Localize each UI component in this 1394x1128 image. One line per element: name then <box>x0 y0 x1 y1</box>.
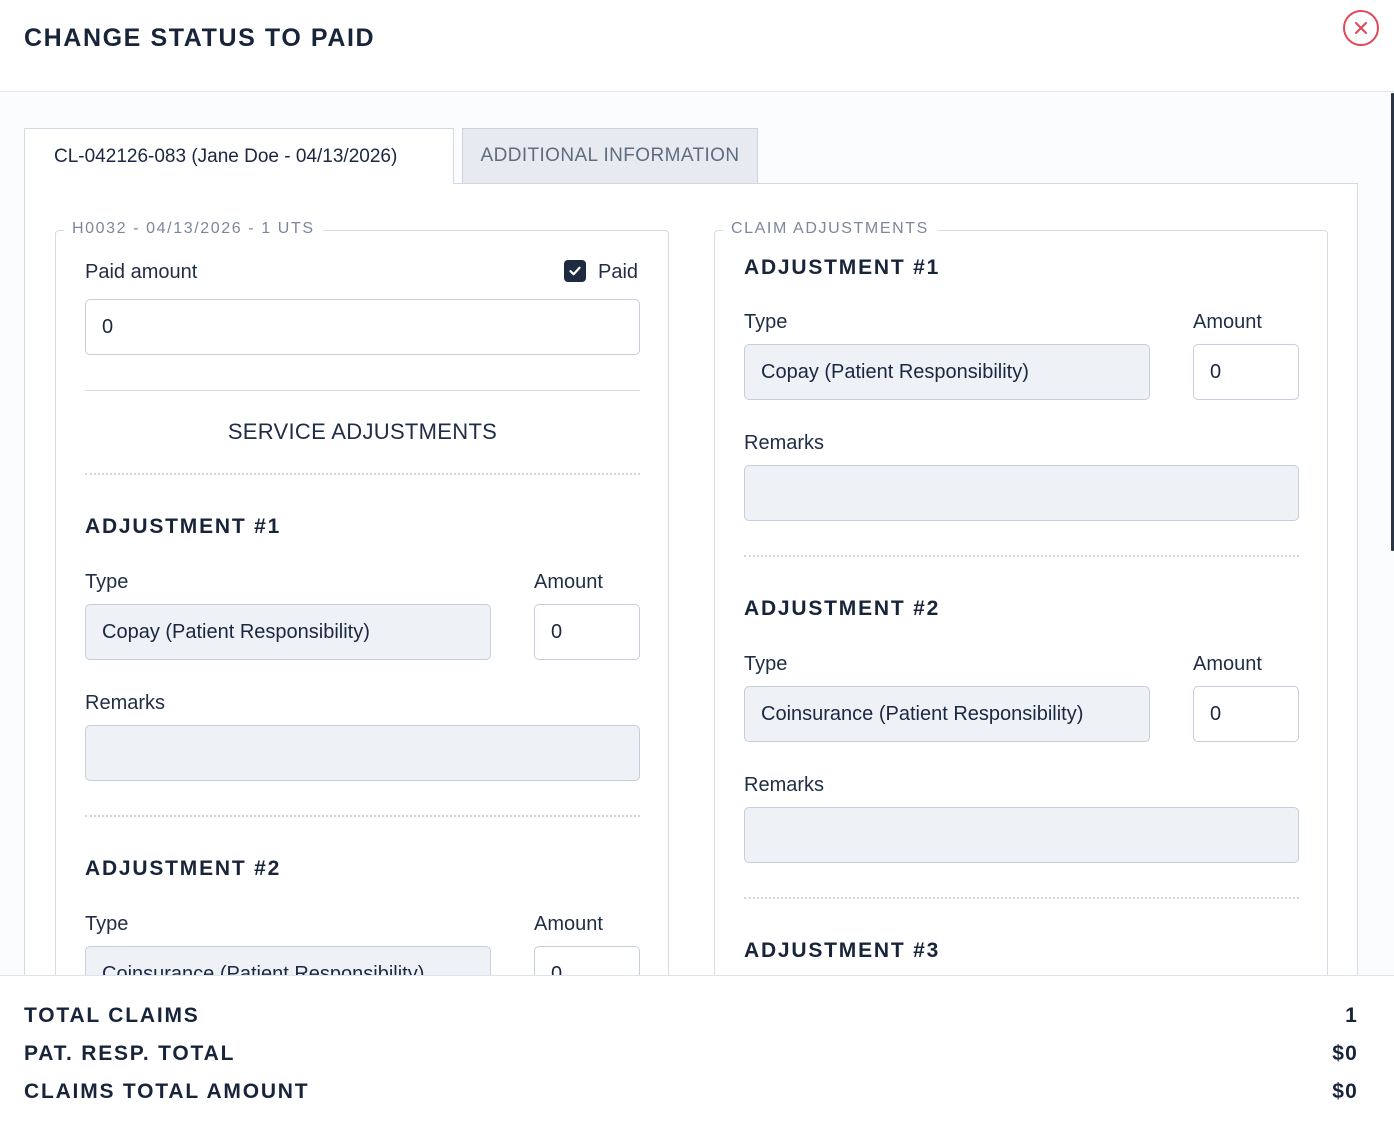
divider <box>744 897 1299 899</box>
service-adjustment-1-type-label: Type <box>85 571 129 593</box>
claims-total-amount-label: CLAIMS TOTAL AMOUNT <box>24 1080 310 1103</box>
service-adjustment-2-type-select[interactable]: Coinsurance (Patient Responsibility) <box>85 946 491 975</box>
claim-adjustments-fieldset: CLAIM ADJUSTMENTS ADJUSTMENT #1 Type Amo… <box>714 220 1328 975</box>
paid-amount-label: Paid amount <box>85 261 198 283</box>
paid-checkbox-label: Paid <box>598 261 639 283</box>
check-icon <box>569 266 581 276</box>
claims-total-amount-value: $0 <box>1332 1080 1358 1103</box>
dialog-body: CL-042126-083 (Jane Doe - 04/13/2026) AD… <box>0 93 1394 975</box>
close-icon <box>1355 22 1367 34</box>
service-adjustment-2-type-label: Type <box>85 913 129 935</box>
divider <box>85 815 640 817</box>
patient-responsibility-total-label: PAT. RESP. TOTAL <box>24 1042 236 1065</box>
dialog-header: CHANGE STATUS TO PAID <box>0 0 1394 92</box>
service-adjustment-1-remarks-input[interactable] <box>85 725 640 781</box>
claim-adjustments-legend: CLAIM ADJUSTMENTS <box>723 220 937 238</box>
claim-adjustment-1-amount-label: Amount <box>1193 311 1262 333</box>
claim-adjustment-1-type-label: Type <box>744 311 788 333</box>
claim-adjustment-2-type-label: Type <box>744 653 788 675</box>
claim-adjustment-3-title: ADJUSTMENT #3 <box>744 939 941 962</box>
service-adjustment-1-title: ADJUSTMENT #1 <box>85 515 282 538</box>
service-adjustments-heading: SERVICE ADJUSTMENTS <box>227 419 498 444</box>
total-claims-value: 1 <box>1345 1004 1358 1027</box>
claim-adjustment-1-type-select[interactable]: Copay (Patient Responsibility) <box>744 344 1150 400</box>
service-adjustment-2-title: ADJUSTMENT #2 <box>85 857 282 880</box>
paid-checkbox[interactable] <box>564 260 586 282</box>
claim-adjustment-2-amount-input[interactable]: 0 <box>1193 686 1299 742</box>
tab-additional-information[interactable]: ADDITIONAL INFORMATION <box>462 128 758 184</box>
tab-claim[interactable]: CL-042126-083 (Jane Doe - 04/13/2026) <box>24 128 454 184</box>
service-adjustment-1-type-select[interactable]: Copay (Patient Responsibility) <box>85 604 491 660</box>
claim-adjustment-2-title: ADJUSTMENT #2 <box>744 597 941 620</box>
service-adjustment-1-amount-label: Amount <box>534 571 603 593</box>
claim-adjustment-1-amount-input[interactable]: 0 <box>1193 344 1299 400</box>
service-adjustment-2-amount-label: Amount <box>534 913 603 935</box>
claim-adjustment-2-type-select[interactable]: Coinsurance (Patient Responsibility) <box>744 686 1150 742</box>
divider <box>85 473 640 475</box>
claim-adjustment-2-remarks-input[interactable] <box>744 807 1299 863</box>
summary-footer: TOTAL CLAIMS 1 PAT. RESP. TOTAL $0 CLAIM… <box>0 975 1394 1128</box>
service-adjustment-1-amount-input[interactable]: 0 <box>534 604 640 660</box>
claim-adjustment-1-remarks-input[interactable] <box>744 465 1299 521</box>
patient-responsibility-total-value: $0 <box>1332 1042 1358 1065</box>
claim-adjustment-1-remarks-label: Remarks <box>744 432 825 454</box>
claim-adjustment-1-title: ADJUSTMENT #1 <box>744 256 941 279</box>
divider <box>744 555 1299 557</box>
service-legend: H0032 - 04/13/2026 - 1 UTS <box>64 220 323 238</box>
claim-adjustment-2-amount-label: Amount <box>1193 653 1262 675</box>
service-fieldset: H0032 - 04/13/2026 - 1 UTS Paid amount P… <box>55 220 669 975</box>
dialog-title: CHANGE STATUS TO PAID <box>24 24 376 52</box>
paid-amount-input[interactable]: 0 <box>85 299 640 355</box>
total-claims-label: TOTAL CLAIMS <box>24 1004 200 1027</box>
service-adjustment-2-amount-input[interactable]: 0 <box>534 946 640 975</box>
claim-adjustment-2-remarks-label: Remarks <box>744 774 825 796</box>
service-adjustment-1-remarks-label: Remarks <box>85 692 166 714</box>
tab-panel: H0032 - 04/13/2026 - 1 UTS Paid amount P… <box>24 183 1358 975</box>
divider <box>85 390 640 391</box>
close-button[interactable] <box>1343 10 1379 46</box>
